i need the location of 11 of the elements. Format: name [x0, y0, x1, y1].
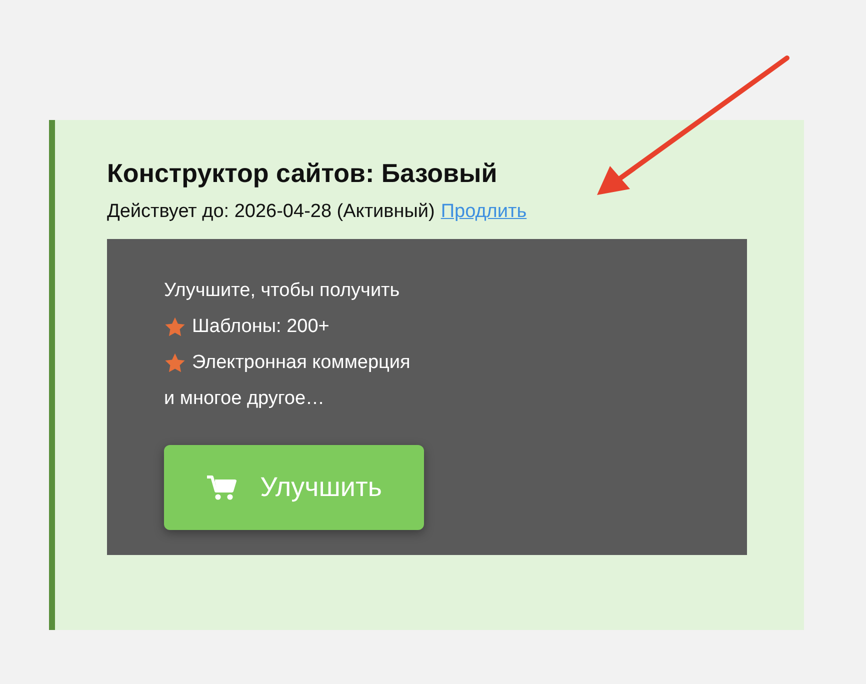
renew-link[interactable]: Продлить	[440, 201, 527, 223]
star-icon	[164, 352, 186, 374]
promo-text: Улучшите, чтобы получить	[164, 280, 400, 302]
validity-text: Действует до: 2026-04-28 (Активный)	[107, 201, 435, 223]
plan-title: Конструктор сайтов: Базовый	[107, 158, 498, 189]
cart-icon	[206, 474, 238, 502]
feature-text: Электронная коммерция	[192, 352, 410, 374]
feature-text: Шаблоны: 200+	[192, 316, 330, 338]
star-icon	[164, 316, 186, 338]
promo-text: и многое другое…	[164, 388, 325, 410]
upgrade-button[interactable]: Улучшить	[164, 445, 424, 530]
